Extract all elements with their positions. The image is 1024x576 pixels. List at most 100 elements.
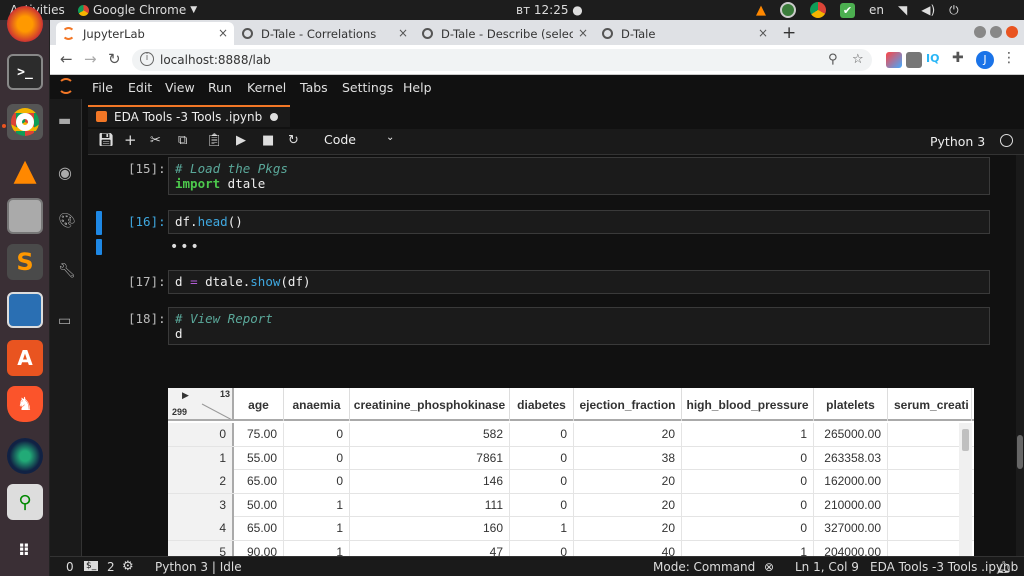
- wrench-icon[interactable]: 🔧︎: [58, 263, 76, 279]
- table-cell[interactable]: 55.00: [234, 446, 284, 470]
- column-header[interactable]: creatinine_phosphokinase: [350, 388, 510, 421]
- table-cell[interactable]: 65.00: [234, 470, 284, 493]
- table-cell[interactable]: 20: [574, 470, 682, 493]
- forward-icon[interactable]: →: [84, 50, 97, 68]
- table-cell[interactable]: 1: [682, 423, 814, 446]
- table-cell[interactable]: 0: [284, 470, 350, 493]
- bell-icon[interactable]: 🔔︎: [996, 560, 1011, 574]
- cell-type-select[interactable]: Code ⌄: [324, 132, 394, 147]
- zoom-icon[interactable]: ⚲: [828, 52, 838, 67]
- bookmark-star-icon[interactable]: ☆: [852, 52, 864, 67]
- power-icon[interactable]: ⏻: [949, 3, 959, 18]
- table-cell[interactable]: 0: [284, 423, 350, 446]
- table-cell[interactable]: 146: [350, 470, 510, 493]
- table-cell[interactable]: 0: [682, 517, 814, 540]
- tab-jupyterlab[interactable]: JupyterLab ×: [56, 22, 234, 45]
- table-cell[interactable]: 1: [682, 540, 814, 556]
- table-cell[interactable]: 47: [350, 540, 510, 556]
- column-header[interactable]: anaemia: [284, 388, 350, 421]
- wifi-icon[interactable]: ◥: [898, 3, 907, 17]
- column-header[interactable]: serum_creati: [888, 388, 972, 421]
- status-two[interactable]: 2: [107, 560, 115, 574]
- extensions-puzzle-icon[interactable]: ✚: [952, 50, 968, 66]
- info-icon[interactable]: i: [140, 52, 154, 66]
- grid-scroll-thumb[interactable]: [962, 429, 969, 451]
- sublime-launcher-icon[interactable]: S: [7, 244, 43, 280]
- url-text[interactable]: localhost:8888/lab: [160, 53, 271, 67]
- check-tray-icon[interactable]: ✔: [840, 2, 855, 18]
- code-cell-17[interactable]: d = dtale.show(df): [168, 270, 990, 294]
- table-cell[interactable]: 263358.03: [814, 446, 888, 470]
- menu-file[interactable]: File: [92, 80, 113, 95]
- collapsed-output-ellipsis[interactable]: •••: [170, 239, 201, 255]
- table-row[interactable]: 5 90.00 1 47 0 40 1 204000.00: [168, 540, 974, 556]
- menu-tabs[interactable]: Tabs: [300, 80, 328, 95]
- menu-help[interactable]: Help: [403, 80, 432, 95]
- close-tab-icon[interactable]: ×: [758, 26, 768, 40]
- bug-icon[interactable]: ⊗: [764, 560, 774, 574]
- menu-run[interactable]: Run: [208, 80, 232, 95]
- table-cell[interactable]: 40: [574, 540, 682, 556]
- table-row[interactable]: 4 65.00 1 160 1 20 0 327000.00: [168, 517, 974, 541]
- files-launcher-icon[interactable]: [7, 198, 43, 234]
- screenshot-extension-icon[interactable]: [906, 52, 922, 68]
- table-cell[interactable]: 75.00: [234, 423, 284, 446]
- unsaved-dot-icon[interactable]: [270, 113, 278, 121]
- terminal-icon[interactable]: $_: [84, 561, 99, 571]
- language-indicator[interactable]: en: [869, 3, 884, 17]
- table-cell[interactable]: 20: [574, 423, 682, 446]
- table-cell[interactable]: 210000.00: [814, 493, 888, 517]
- restart-icon[interactable]: ↻: [288, 133, 299, 148]
- output-selection-bar[interactable]: [96, 239, 102, 255]
- run-icon[interactable]: ▶: [236, 133, 246, 148]
- notebook-tab[interactable]: EDA Tools -3 Tools .ipynb: [88, 105, 290, 127]
- volume-icon[interactable]: ◀): [921, 3, 935, 17]
- add-cell-icon[interactable]: +: [124, 131, 137, 149]
- save-icon[interactable]: 💾︎: [98, 133, 115, 148]
- brave-launcher-icon[interactable]: ♞: [7, 386, 43, 422]
- column-header[interactable]: platelets: [814, 388, 888, 421]
- chrome-tray-icon[interactable]: [810, 2, 826, 18]
- table-cell[interactable]: 0: [510, 470, 574, 493]
- menu-settings[interactable]: Settings: [342, 80, 393, 95]
- table-cell[interactable]: 327000.00: [814, 517, 888, 540]
- vlc-launcher-icon[interactable]: ▲: [7, 152, 43, 188]
- web-camera-launcher-icon[interactable]: [7, 438, 43, 474]
- app-menu[interactable]: Google Chrome ▼: [78, 3, 197, 17]
- vlc-tray-icon[interactable]: ▲: [756, 3, 766, 18]
- table-cell[interactable]: 65.00: [234, 517, 284, 540]
- close-tab-icon[interactable]: ×: [398, 26, 408, 40]
- tab-dtale[interactable]: D-Tale ×: [596, 22, 774, 45]
- table-row[interactable]: 0 75.00 0 582 0 20 1 265000.00: [168, 423, 974, 447]
- show-apps-icon[interactable]: ⠿: [7, 532, 43, 568]
- tabs-icon[interactable]: ▭: [58, 313, 74, 329]
- table-cell[interactable]: 0: [682, 446, 814, 470]
- table-cell[interactable]: 1: [284, 540, 350, 556]
- table-cell[interactable]: 20: [574, 517, 682, 540]
- reload-icon[interactable]: ↻: [108, 50, 121, 68]
- new-tab-button[interactable]: +: [782, 23, 796, 43]
- table-cell[interactable]: 90.00: [234, 540, 284, 556]
- table-cell[interactable]: 0: [682, 493, 814, 517]
- image-viewer-launcher-icon[interactable]: ⚲: [7, 484, 43, 520]
- copy-icon[interactable]: ⧉: [178, 133, 187, 148]
- kernel-name[interactable]: Python 3: [930, 134, 985, 149]
- software-center-launcher-icon[interactable]: A: [7, 340, 43, 376]
- clock[interactable]: вт 12:25 ●: [516, 3, 583, 17]
- firefox-launcher-icon[interactable]: [7, 6, 43, 42]
- table-row[interactable]: 3 50.00 1 111 0 20 0 210000.00: [168, 493, 974, 517]
- paste-icon[interactable]: 📋︎: [206, 133, 223, 148]
- table-cell[interactable]: 7861: [350, 446, 510, 470]
- table-cell[interactable]: 1: [284, 517, 350, 540]
- code-cell-16[interactable]: df.head(): [168, 210, 990, 234]
- code-cell-18[interactable]: # View Report d: [168, 307, 990, 345]
- table-cell[interactable]: 265000.00: [814, 423, 888, 446]
- menu-kernel[interactable]: Kernel: [247, 80, 286, 95]
- profile-avatar[interactable]: J: [976, 51, 994, 69]
- menu-edit[interactable]: Edit: [128, 80, 152, 95]
- table-cell[interactable]: 111: [350, 493, 510, 517]
- table-cell[interactable]: 582: [350, 423, 510, 446]
- table-cell[interactable]: 0: [284, 446, 350, 470]
- tab-correlations[interactable]: D-Tale - Correlations ×: [236, 22, 414, 45]
- close-tab-icon[interactable]: ×: [218, 26, 228, 40]
